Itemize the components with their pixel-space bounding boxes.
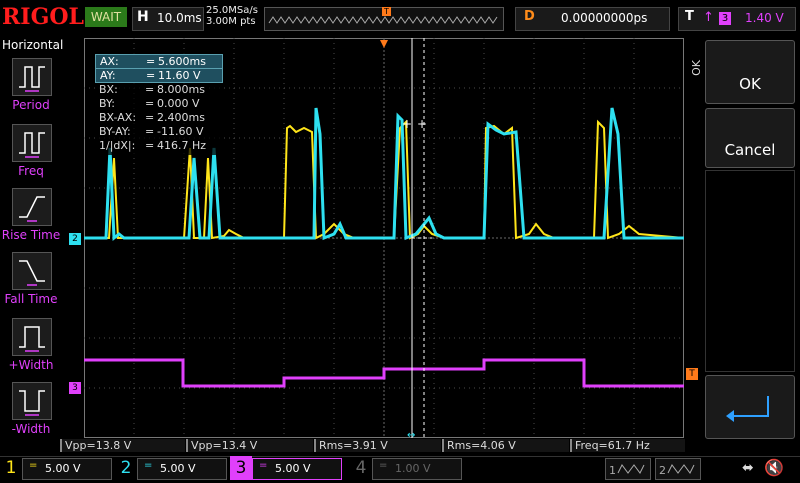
period-icon [12, 58, 52, 96]
measurement-rms-ch3[interactable]: Rms=3.91 V [314, 439, 441, 452]
trigger-level-marker[interactable]: T [686, 368, 698, 380]
cursor-row-bx: BX: = 8.000ms [99, 83, 205, 96]
acquisition-info: 25.0MSa/s 3.00M pts [206, 5, 258, 27]
cursor-row-ax: AX: = 5.600ms [95, 54, 223, 69]
menu-label-fall-time: Fall Time [4, 292, 58, 306]
menu-item-freq[interactable]: Freq [8, 124, 56, 186]
measurement-vpp-ch1[interactable]: Vpp=13.8 V [60, 439, 185, 452]
measurement-rms-ch2[interactable]: Rms=4.06 V [442, 439, 569, 452]
cancel-button[interactable]: Cancel [705, 108, 795, 168]
cursor-bottom-marker: ↔ [407, 430, 415, 438]
svg-text:1: 1 [609, 464, 616, 477]
trigger-time-marker [380, 40, 388, 48]
menu-item-negative-width[interactable]: -Width [8, 382, 56, 444]
rigol-logo: RIGOL [2, 4, 84, 30]
menu-label-freq: Freq [18, 164, 44, 178]
cursor-a-marker: + [402, 117, 412, 131]
frequency-icon [12, 124, 52, 162]
rise-time-icon [12, 188, 52, 226]
right-panel-blank [705, 170, 795, 372]
positive-width-icon [12, 318, 52, 356]
cursor-row-by: BY: = 0.000 V [99, 97, 200, 110]
cursor-b-marker: + [417, 117, 427, 131]
trigger-key: T [685, 9, 694, 24]
trigger-box[interactable]: T ↑ 3 1.40 V [678, 7, 796, 31]
ok-side-tab: OK [690, 60, 703, 76]
cursor-readout-panel: AX: = 5.600ms AY: = 11.60 V BX: = 8.000ms BY: =… [95, 52, 223, 155]
ch2-offset-marker[interactable]: 2 [69, 233, 81, 245]
fall-time-icon [12, 252, 52, 290]
svg-text:2: 2 [659, 464, 666, 477]
menu-item-period[interactable]: Period [8, 58, 56, 120]
trigger-position-marker: T [382, 7, 391, 16]
menu-item-rise-time[interactable]: Rise Time [2, 188, 60, 250]
menu-title: Horizontal [2, 38, 64, 52]
sample-rate: 25.0MSa/s [206, 5, 258, 16]
cursor-row-bx-ax: BX-AX: = 2.400ms [99, 111, 205, 124]
trigger-source: 3 [719, 12, 731, 25]
delay-box[interactable]: D 0.00000000ps [515, 7, 670, 31]
menu-item-positive-width[interactable]: +Width [8, 318, 56, 380]
waveform-gen-1-icon[interactable]: 1 [605, 458, 651, 480]
timebase-value: 10.0ms [157, 11, 202, 25]
delay-value: 0.00000000ps [561, 11, 648, 25]
run-state-badge[interactable]: WAIT [85, 7, 127, 27]
timebase-box[interactable]: H 10.0ms [132, 7, 204, 31]
ch3-offset-marker[interactable]: 3 [69, 382, 81, 394]
cursor-row-by-ay: BY-AY: = -11.60 V [99, 125, 204, 138]
delay-key: D [524, 9, 535, 24]
cursor-row-ay: AY: = 11.60 V [95, 68, 223, 83]
measurement-vpp-ch2[interactable]: Vpp=13.4 V [186, 439, 313, 452]
usb-icon: ⬌ [742, 460, 754, 476]
measurement-freq-ch1[interactable]: Freq=61.7 Hz [570, 439, 685, 452]
menu-label-period: Period [12, 98, 50, 112]
enter-button[interactable] [705, 375, 795, 439]
timebase-key: H [137, 9, 149, 25]
menu-label-positive-width: +Width [8, 358, 54, 372]
enter-icon [726, 396, 769, 422]
waveform-gen-2-icon[interactable]: 2 [655, 458, 701, 480]
ok-button[interactable]: OK [705, 40, 795, 104]
menu-label-rise-time: Rise Time [1, 228, 61, 242]
speaker-muted-icon[interactable]: 🔇 [764, 458, 784, 477]
menu-label-negative-width: -Width [11, 422, 51, 436]
negative-width-icon [12, 382, 52, 420]
menu-item-fall-time[interactable]: Fall Time [4, 252, 58, 314]
trigger-level: 1.40 V [745, 11, 784, 25]
memory-depth: 3.00M pts [206, 16, 256, 27]
cursor-row-inv-dx: 1/|dX|: = 416.7 Hz [99, 139, 207, 152]
rising-edge-icon: ↑ [703, 10, 714, 25]
